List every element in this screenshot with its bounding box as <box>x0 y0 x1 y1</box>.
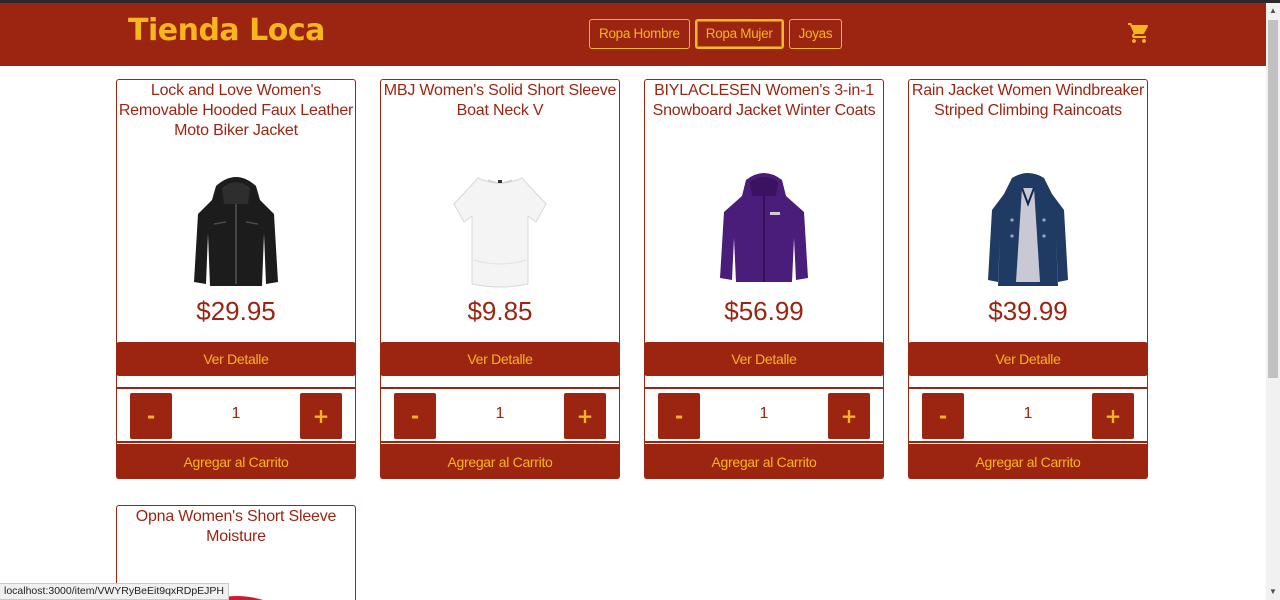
product-price: $29.95 <box>196 296 276 326</box>
product-card: MBJ Women's Solid Short Sleeve Boat Neck… <box>380 79 620 479</box>
vertical-scrollbar[interactable]: ▲ ▼ <box>1266 3 1280 600</box>
nav-joyas[interactable]: Joyas <box>788 19 843 49</box>
product-card: Rain Jacket Women Windbreaker Striped Cl… <box>908 79 1148 479</box>
category-nav: Ropa Hombre Ropa Mujer Joyas <box>589 19 843 49</box>
quantity-value: 1 <box>759 405 769 422</box>
add-to-cart-button[interactable]: Agregar al Carrito <box>644 444 884 479</box>
nav-ropa-hombre[interactable]: Ropa Hombre <box>589 19 690 49</box>
shopping-cart-icon[interactable] <box>1127 21 1151 45</box>
ver-detalle-button[interactable]: Ver Detalle <box>380 342 620 376</box>
ver-detalle-button[interactable]: Ver Detalle <box>908 342 1148 376</box>
product-image-navy-raincoat[interactable] <box>978 164 1078 288</box>
product-image-purple-winter-jacket[interactable] <box>714 164 814 288</box>
scroll-up-arrow-icon[interactable]: ▲ <box>1266 3 1280 19</box>
product-title: Rain Jacket Women Windbreaker Striped Cl… <box>911 82 1145 119</box>
decrement-button[interactable]: - <box>658 393 700 439</box>
product-image-black-leather-jacket[interactable] <box>186 164 286 288</box>
quantity-stepper: - 1 + <box>117 387 355 443</box>
ver-detalle-button[interactable]: Ver Detalle <box>116 342 356 376</box>
product-title: Lock and Love Women's Removable Hooded F… <box>118 82 354 139</box>
product-image-white-t-shirt[interactable] <box>450 164 550 288</box>
increment-button[interactable]: + <box>1092 393 1134 439</box>
quantity-value: 1 <box>1023 405 1033 422</box>
decrement-button[interactable]: - <box>394 393 436 439</box>
quantity-stepper: - 1 + <box>645 387 883 443</box>
increment-button[interactable]: + <box>300 393 342 439</box>
scroll-thumb[interactable] <box>1268 20 1278 378</box>
link-status-bar: localhost:3000/item/VWYRyBeEit9qxRDpEJPH <box>0 583 230 600</box>
decrement-button[interactable]: - <box>922 393 964 439</box>
product-title: MBJ Women's Solid Short Sleeve Boat Neck… <box>383 82 617 119</box>
product-title: Opna Women's Short Sleeve Moisture <box>135 508 337 545</box>
add-to-cart-button[interactable]: Agregar al Carrito <box>908 444 1148 479</box>
product-card: BIYLACLESEN Women's 3-in-1 Snowboard Jac… <box>644 79 884 479</box>
add-to-cart-button[interactable]: Agregar al Carrito <box>380 444 620 479</box>
product-price: $9.85 <box>467 296 533 326</box>
decrement-button[interactable]: - <box>130 393 172 439</box>
navbar: Tienda Loca Ropa Hombre Ropa Mujer Joyas <box>0 3 1266 66</box>
add-to-cart-button[interactable]: Agregar al Carrito <box>116 444 356 479</box>
product-card: Lock and Love Women's Removable Hooded F… <box>116 79 356 479</box>
increment-button[interactable]: + <box>564 393 606 439</box>
increment-button[interactable]: + <box>828 393 870 439</box>
scroll-down-arrow-icon[interactable]: ▼ <box>1266 584 1280 600</box>
nav-ropa-mujer[interactable]: Ropa Mujer <box>694 19 784 49</box>
quantity-stepper: - 1 + <box>381 387 619 443</box>
product-price: $39.99 <box>988 296 1068 326</box>
product-title: BIYLACLESEN Women's 3-in-1 Snowboard Jac… <box>652 82 876 119</box>
quantity-stepper: - 1 + <box>909 387 1147 443</box>
ver-detalle-button[interactable]: Ver Detalle <box>644 342 884 376</box>
product-price: $56.99 <box>724 296 804 326</box>
quantity-value: 1 <box>495 405 505 422</box>
quantity-value: 1 <box>231 405 241 422</box>
brand-logo[interactable]: Tienda Loca <box>128 13 325 48</box>
